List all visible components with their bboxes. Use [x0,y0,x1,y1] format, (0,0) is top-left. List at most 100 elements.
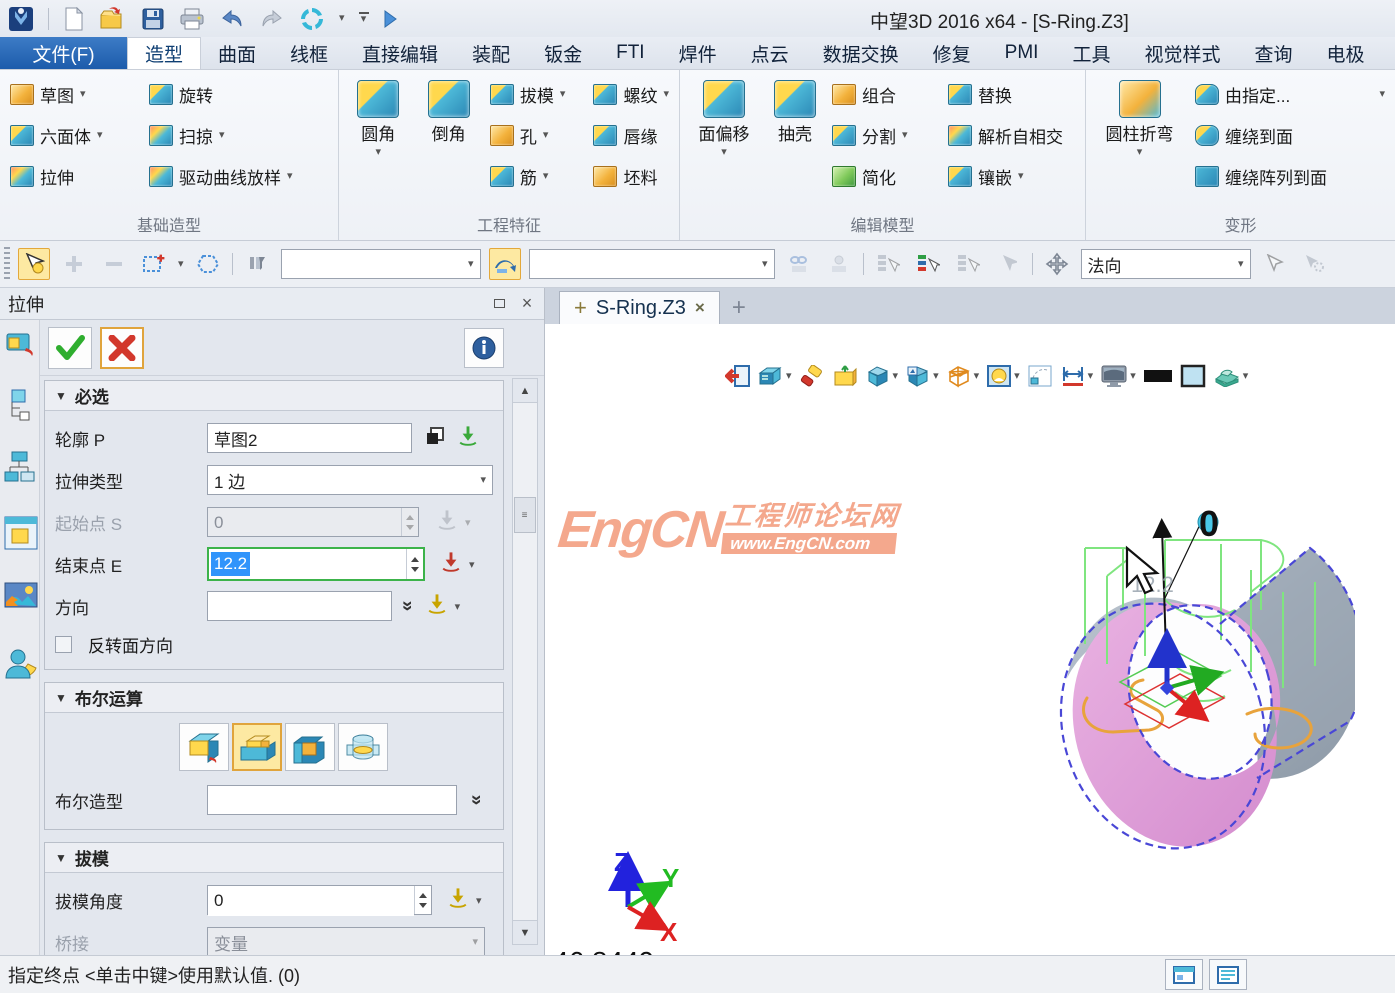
draft-angle-dropdown[interactable]: ▾ [474,894,484,907]
regen-icon[interactable] [299,6,325,32]
history-tree-icon[interactable] [4,388,36,429]
direction-pick-dropdown[interactable]: ▾ [453,600,463,613]
pick-cursor-icon[interactable] [992,248,1024,280]
ribbon-draft-button[interactable]: 拔模▾ [486,78,586,110]
status-output-panel-button[interactable] [1209,959,1247,990]
menu-tab-weldment[interactable]: 焊件 [662,37,734,69]
menu-file[interactable]: 文件(F) [0,37,127,69]
exit-sketch-icon[interactable] [725,364,751,388]
section-view-icon[interactable]: ▾ [1213,365,1249,387]
ribbon-face-offset-button[interactable]: 面偏移▾ [686,78,762,192]
dialog-titlebar[interactable]: 拉伸 × [0,288,544,320]
panel-scrollbar[interactable]: ▲ ≡ ▼ [512,378,538,945]
pick-face-button[interactable] [489,248,521,280]
ribbon-wrap-array-button[interactable]: 缠绕阵列到面 [1191,160,1389,192]
draft-angle-pick-icon[interactable] [446,886,470,915]
lasso-select-button[interactable] [192,248,224,280]
ribbon-shell-button[interactable]: 抽壳 [766,78,824,192]
ribbon-hole-button[interactable]: 孔▾ [486,119,586,151]
zoom-window-icon[interactable] [1027,364,1053,388]
direction-pick-icon[interactable] [425,592,449,621]
ribbon-extrude-button[interactable]: 拉伸 [6,160,141,192]
document-tab[interactable]: + S-Ring.Z3 × [559,291,720,324]
ribbon-sweep-button[interactable]: 扫掠▾ [145,119,297,151]
ribbon-revolve-button[interactable]: 旋转 [145,78,297,110]
dialog-close-icon[interactable]: × [518,296,536,312]
monitor-display-icon[interactable]: ▾ [1100,364,1136,388]
open-file-icon[interactable] [99,7,127,31]
ok-button[interactable] [48,327,92,369]
direction-input[interactable] [207,591,392,621]
model-canvas[interactable]: ▾ ▾ ▾ ▾ ▾ ▾ ▾ ▾ EngCN 工程师论坛网 www.EngCN.c [545,324,1395,955]
section-boolean-header[interactable]: ▼布尔运算 [45,683,503,713]
menu-tab-tools[interactable]: 工具 [1055,37,1127,69]
assembly-manager-icon[interactable] [4,450,36,491]
menu-tab-pointcloud[interactable]: 点云 [734,37,806,69]
menu-tab-direct-edit[interactable]: 直接编辑 [345,37,455,69]
new-file-icon[interactable] [63,7,85,31]
boolean-remove-button[interactable] [285,723,335,771]
menu-tab-inquire[interactable]: 查询 [1237,37,1309,69]
section-draft-header[interactable]: ▼拔模 [45,843,503,873]
section-required-header[interactable]: ▼必选 [45,381,503,411]
ribbon-rib-button[interactable]: 筋▾ [486,160,586,192]
profile-input[interactable] [207,423,412,453]
user-role-icon[interactable] [4,648,38,685]
chain-pick-icon[interactable] [783,248,815,280]
boolean-add-button[interactable] [232,723,282,771]
tab-close-icon[interactable]: × [695,298,705,318]
menu-tab-wireframe[interactable]: 线框 [273,37,345,69]
marquee-dropdown-icon[interactable]: ▾ [178,259,184,270]
status-window-layout-button[interactable] [1165,959,1203,990]
dialog-restore-icon[interactable] [490,296,508,312]
pick-list-first-icon[interactable] [872,248,904,280]
visualization-icon[interactable] [4,582,38,617]
ribbon-fillet-button[interactable]: 圆角▾ [345,78,411,192]
add-selection-button[interactable] [58,248,90,280]
render-image-icon[interactable]: ▾ [986,364,1020,388]
ribbon-box-button[interactable]: 六面体▾ [6,119,141,151]
boolean-intersect-button[interactable] [338,723,388,771]
boolean-shape-expand-icon[interactable]: « [465,795,487,806]
menu-tab-pmi[interactable]: PMI [988,37,1056,69]
ring-model[interactable]: 12.2 0 [1015,486,1355,896]
menu-tab-surface[interactable]: 曲面 [201,37,273,69]
redo-icon[interactable] [259,8,285,30]
ribbon-cylinder-bend-button[interactable]: 圆柱折弯▾ [1092,78,1187,192]
locate-cursor-icon[interactable] [1259,248,1291,280]
ribbon-chamfer-button[interactable]: 倒角 [415,78,481,192]
save-icon[interactable] [141,7,165,31]
scroll-up-button[interactable]: ▲ [513,379,537,403]
ribbon-by-specified-button[interactable]: 由指定...▾ [1191,78,1389,110]
toolbar-grip[interactable] [4,247,10,281]
filter-combobox[interactable]: ▾ [281,249,481,279]
boolean-shape-input[interactable] [207,785,457,815]
ribbon-divide-button[interactable]: 分割▾ [828,119,940,151]
menu-tab-shape[interactable]: 造型 [127,37,201,69]
regen-dropdown-icon[interactable]: ▾ [339,13,345,24]
menu-tab-data-exchange[interactable]: 数据交换 [806,37,916,69]
chain-pick-all-icon[interactable] [823,248,855,280]
filter-icon[interactable] [241,248,273,280]
menu-tab-fti[interactable]: FTI [599,37,662,69]
ribbon-simplify-button[interactable]: 简化 [828,160,940,192]
pick-list-last-icon[interactable] [952,248,984,280]
pick-smart-cursor-button[interactable] [18,248,50,280]
scroll-thumb[interactable]: ≡ [514,497,536,533]
menu-tab-repair[interactable]: 修复 [916,37,988,69]
ribbon-combine-button[interactable]: 组合 [828,78,940,110]
entity-combobox[interactable]: ▾ [529,249,775,279]
wireframe-box-icon[interactable]: ▾ [946,364,980,388]
ribbon-lip-button[interactable]: 唇缘 [589,119,673,151]
draft-angle-spinner[interactable] [414,886,431,914]
viewport[interactable]: + S-Ring.Z3 × + ▾ ▾ ▾ ▾ ▾ ▾ ▾ ▾ [545,288,1395,955]
background-color-swatch[interactable] [1180,364,1206,388]
ribbon-emboss-button[interactable]: 镶嵌▾ [944,160,1067,192]
cursor-settings-icon[interactable] [1299,248,1331,280]
shaded-display-icon[interactable]: ▾ [865,364,899,388]
play-macro-icon[interactable] [383,10,397,28]
reorient-icon[interactable] [1041,248,1073,280]
ribbon-wrap-to-face-button[interactable]: 缠绕到面 [1191,119,1389,151]
scroll-down-button[interactable]: ▼ [513,920,537,944]
boolean-base-button[interactable] [179,723,229,771]
